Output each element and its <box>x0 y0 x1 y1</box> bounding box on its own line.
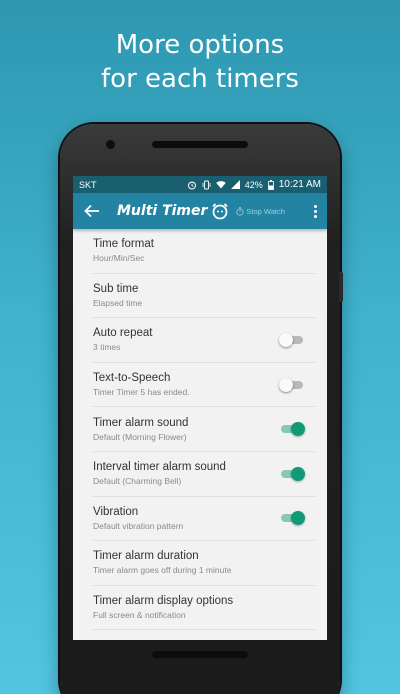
battery-icon <box>267 179 274 190</box>
settings-row[interactable]: Auto repeat 3 times <box>93 318 315 363</box>
toggle-switch[interactable] <box>279 466 305 481</box>
setting-subtitle: Elapsed time <box>93 297 143 308</box>
setting-title: Timer alarm display options <box>93 595 234 608</box>
settings-row[interactable]: Timer alarm duration Timer alarm goes off… <box>93 541 315 586</box>
setting-subtitle: Timer alarm goes off during 1 minute <box>93 565 232 576</box>
setting-title: Timer alarm duration <box>93 550 199 563</box>
app-toolbar: Multi Timer Stop Watch <box>73 193 327 229</box>
settings-row-texts: Vibration Default vibration pattern <box>93 505 279 532</box>
status-bar: SKT 42% 10:21 AM <box>73 176 327 193</box>
toggle-switch[interactable] <box>279 511 305 526</box>
settings-row-texts: Timer alarm duration Timer alarm goes off… <box>93 549 305 576</box>
setting-title: Auto repeat <box>93 327 153 340</box>
toggle-thumb <box>279 332 293 347</box>
setting-subtitle: 3 times <box>93 342 121 353</box>
toggle-switch[interactable] <box>279 377 305 392</box>
earpiece-speaker <box>152 141 248 148</box>
wifi-icon <box>216 181 226 189</box>
toggle-thumb <box>279 377 293 392</box>
phone-screen: SKT 42% 10:21 AM Multi Timer Stop Watch … <box>73 176 327 640</box>
back-arrow-icon[interactable] <box>79 198 105 224</box>
signal-icon <box>230 180 240 189</box>
settings-row-texts: Timer alarm display options Full screen &… <box>93 594 305 621</box>
settings-row-texts: Auto repeat 3 times <box>93 326 279 353</box>
settings-row[interactable]: Interval timer alarm sound Default (Charm… <box>93 452 315 497</box>
settings-row[interactable]: Text-to-Speech Timer Timer 5 has ended. <box>93 363 315 408</box>
setting-subtitle: Default (Charming Bell) <box>93 476 182 487</box>
toggle-switch[interactable] <box>279 332 305 347</box>
alarm-clock-logo-icon <box>212 203 229 220</box>
battery-percent: 42% <box>244 179 263 190</box>
settings-list: Time format Hour/Min/Sec Sub time Elapsed t… <box>73 229 327 631</box>
settings-row-texts: Text-to-Speech Timer Timer 5 has ended. <box>93 371 279 398</box>
alarm-icon <box>187 181 196 189</box>
power-button <box>339 272 343 302</box>
setting-title: Timer alarm sound <box>93 416 189 429</box>
settings-row-texts: Sub time Elapsed time <box>93 282 305 309</box>
settings-row-texts: Timer alarm sound Default (Morning Flower… <box>93 416 279 443</box>
carrier-label: SKT <box>79 179 97 190</box>
toggle-thumb <box>291 511 305 526</box>
setting-title: Sub time <box>93 282 139 295</box>
settings-row[interactable]: Time format Hour/Min/Sec <box>93 229 315 274</box>
bottom-speaker <box>152 651 248 658</box>
tab-stopwatch[interactable]: Stop Watch <box>236 207 285 216</box>
status-icons: 42% 10:21 AM <box>187 179 321 190</box>
setting-subtitle: Full screen & notification <box>93 610 186 621</box>
clock-time: 10:21 AM <box>278 179 321 190</box>
setting-title: Text-to-Speech <box>93 372 171 385</box>
settings-row-texts: Interval timer alarm sound Default (Charm… <box>93 460 279 487</box>
setting-title: Vibration <box>93 505 139 518</box>
setting-subtitle: Default vibration pattern <box>93 520 184 531</box>
setting-title: Time format <box>93 238 154 251</box>
vibrate-icon <box>202 180 211 189</box>
promo-headline: More options for each timers <box>0 28 400 96</box>
setting-subtitle: Default (Morning Flower) <box>93 431 187 442</box>
stopwatch-tab-label: Stop Watch <box>246 206 285 216</box>
front-camera <box>106 140 115 149</box>
setting-subtitle: Hour/Min/Sec <box>93 253 145 264</box>
settings-row[interactable]: Timer alarm display options Full screen &… <box>93 586 315 631</box>
toggle-thumb <box>291 466 305 481</box>
promo-line-2: for each timers <box>101 64 299 94</box>
settings-row[interactable]: Sub time Elapsed time <box>93 274 315 319</box>
promo-line-1: More options <box>115 30 285 60</box>
toggle-thumb <box>291 422 305 437</box>
settings-row[interactable]: Vibration Default vibration pattern <box>93 497 315 542</box>
toggle-switch[interactable] <box>279 422 305 437</box>
overflow-menu-icon[interactable] <box>309 200 321 222</box>
stopwatch-icon <box>236 206 245 216</box>
setting-title: Interval timer alarm sound <box>93 461 226 474</box>
app-title: Multi Timer <box>117 203 208 219</box>
settings-row-texts: Time format Hour/Min/Sec <box>93 237 305 264</box>
setting-subtitle: Timer Timer 5 has ended. <box>93 387 190 398</box>
settings-row[interactable]: Timer alarm sound Default (Morning Flower… <box>93 407 315 452</box>
phone-frame: SKT 42% 10:21 AM Multi Timer Stop Watch … <box>60 124 343 694</box>
